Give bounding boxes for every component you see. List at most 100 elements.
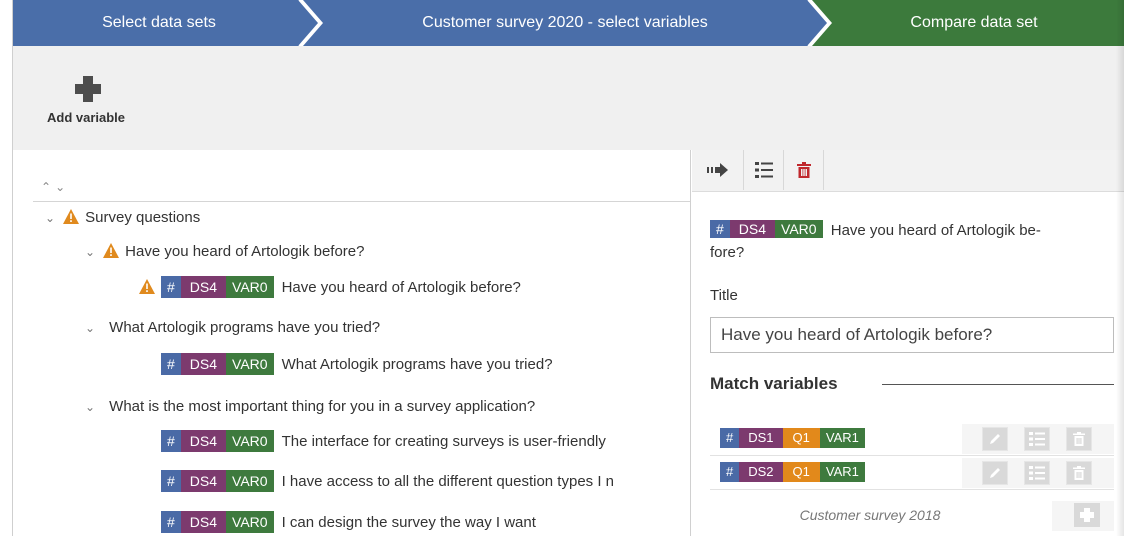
match-variable-row[interactable]: # DS2 Q1 VAR1 — [710, 456, 1114, 490]
edit-button[interactable] — [982, 461, 1008, 485]
tree-node-label: Have you heard of Artologik before? — [125, 243, 365, 260]
dataset-tag: DS4 — [180, 430, 227, 452]
variable-tag: VAR0 — [775, 220, 823, 238]
chevron-down-icon[interactable]: ⌄ — [85, 240, 99, 264]
variable-tag: VAR1 — [819, 428, 865, 448]
variable-text: The interface for creating surveys is us… — [281, 433, 606, 450]
pencil-icon — [990, 468, 1000, 478]
step-1-label[interactable]: Select data sets — [13, 0, 305, 46]
title-input[interactable] — [710, 317, 1114, 353]
add-match-wrap — [1052, 501, 1114, 531]
window-shadow — [1116, 0, 1124, 536]
hash-tag: # — [161, 511, 181, 533]
variable-text: Have you heard of Artologik before? — [281, 279, 521, 296]
tree-variable-item[interactable]: # DS4 VAR0 I have access to all the differe… — [161, 470, 614, 494]
list-icon — [1029, 432, 1045, 446]
match-variable-row[interactable]: # DS1 Q1 VAR1 — [710, 422, 1114, 456]
delete-button[interactable] — [1066, 461, 1092, 485]
dataset-tag: DS4 — [180, 353, 227, 375]
sort-arrows[interactable]: ⌃⌄ — [41, 180, 69, 194]
chevron-up-icon[interactable]: ⌃ — [41, 180, 55, 194]
hash-tag: # — [720, 462, 740, 482]
add-match-button[interactable] — [1074, 503, 1100, 527]
step-2-label[interactable]: Customer survey 2020 - select variables — [313, 0, 817, 46]
section-divider — [882, 384, 1114, 385]
list-icon — [754, 162, 773, 178]
variable-tree-panel: ⌃⌄ ⌄ Survey questions ⌄ Have you heard o… — [13, 150, 691, 536]
question-tag: Q1 — [782, 428, 820, 448]
selected-variable-header: # DS4 VAR0 Have you heard of Artologik be-… — [710, 220, 1110, 264]
trash-icon — [1073, 432, 1085, 446]
dataset-tag: DS4 — [729, 220, 776, 238]
toolbar: Add variable — [13, 46, 1124, 150]
source-survey-label: Customer survey 2018 — [799, 507, 941, 523]
tree-variable-item[interactable]: # DS4 VAR0 I can design the survey the way … — [161, 511, 536, 535]
warning-icon — [103, 243, 120, 258]
dataset-tag: DS4 — [180, 470, 227, 492]
move-arrow-icon — [706, 163, 728, 177]
dataset-tag: DS1 — [739, 428, 783, 448]
variable-tag: VAR0 — [226, 430, 274, 452]
selected-variable-text-line2: fore? — [710, 244, 745, 261]
chevron-down-icon[interactable]: ⌄ — [85, 316, 99, 340]
dataset-tag: DS2 — [739, 462, 783, 482]
variable-tag: VAR1 — [819, 462, 865, 482]
hash-tag: # — [161, 353, 181, 375]
hash-tag: # — [161, 470, 181, 492]
list-button[interactable] — [1024, 427, 1050, 451]
question-tag: Q1 — [782, 462, 820, 482]
selected-variable-text-line1: Have you heard of Artologik be- — [830, 222, 1041, 239]
app-window: Select data sets Customer survey 2020 - … — [12, 0, 1124, 536]
hash-tag: # — [710, 220, 730, 238]
plus-icon — [75, 76, 101, 102]
chevron-down-icon[interactable]: ⌄ — [45, 206, 59, 230]
tree-node-survey-questions[interactable]: ⌄ Survey questions — [45, 206, 200, 230]
edit-button[interactable] — [982, 427, 1008, 451]
variable-tag: VAR0 — [226, 511, 274, 533]
tree-node-label: Survey questions — [85, 209, 201, 226]
variable-text: What Artologik programs have you tried? — [281, 356, 553, 373]
match-footer: Customer survey 2018 — [710, 501, 1114, 531]
variable-tag: VAR0 — [226, 276, 274, 298]
list-button[interactable] — [744, 150, 784, 190]
add-variable-button[interactable]: Add variable — [47, 76, 147, 125]
warning-icon — [63, 209, 80, 224]
chevron-down-icon[interactable]: ⌄ — [55, 180, 69, 194]
row-actions — [962, 424, 1114, 454]
move-button[interactable] — [692, 150, 744, 190]
tree-variable-item[interactable]: # DS4 VAR0 The interface for creating surve… — [161, 430, 606, 454]
variable-tag: VAR0 — [226, 470, 274, 492]
warning-icon — [139, 279, 155, 294]
tree-variable-item[interactable]: # DS4 VAR0 Have you heard of Artologik befo… — [139, 276, 521, 300]
detail-toolbar — [692, 150, 1124, 192]
list-icon — [1029, 466, 1045, 480]
match-variables-heading: Match variables — [710, 374, 846, 394]
chevron-down-icon[interactable]: ⌄ — [85, 395, 99, 419]
step-3-label[interactable]: Compare data set — [823, 0, 1124, 46]
delete-button[interactable] — [1066, 427, 1092, 451]
dataset-tag: DS4 — [180, 276, 227, 298]
delete-button[interactable] — [784, 150, 824, 190]
add-variable-label: Add variable — [47, 110, 126, 125]
pencil-icon — [990, 434, 1000, 444]
title-label: Title — [710, 287, 738, 304]
tree-node-label: What Artologik programs have you tried? — [109, 319, 381, 336]
tree-node-label: What is the most important thing for you… — [109, 398, 536, 415]
row-actions — [962, 458, 1114, 488]
tree-node-question[interactable]: ⌄ What is the most important thing for y… — [85, 395, 535, 419]
hash-tag: # — [161, 276, 181, 298]
tree-node-question[interactable]: ⌄ What Artologik programs have you tried… — [85, 316, 380, 340]
list-button[interactable] — [1024, 461, 1050, 485]
trash-icon — [1073, 466, 1085, 480]
tree-node-question[interactable]: ⌄ Have you heard of Artologik before? — [85, 240, 365, 264]
wizard-steps: Select data sets Customer survey 2020 - … — [13, 0, 1124, 46]
variable-text: I have access to all the different quest… — [281, 473, 615, 490]
variable-text: I can design the survey the way I want — [281, 514, 536, 531]
variable-detail-panel: # DS4 VAR0 Have you heard of Artologik be-… — [692, 150, 1124, 536]
hash-tag: # — [720, 428, 740, 448]
variable-tag: VAR0 — [226, 353, 274, 375]
hash-tag: # — [161, 430, 181, 452]
divider — [33, 201, 690, 202]
tree-variable-item[interactable]: # DS4 VAR0 What Artologik programs have you… — [161, 353, 553, 377]
trash-icon — [796, 162, 811, 178]
